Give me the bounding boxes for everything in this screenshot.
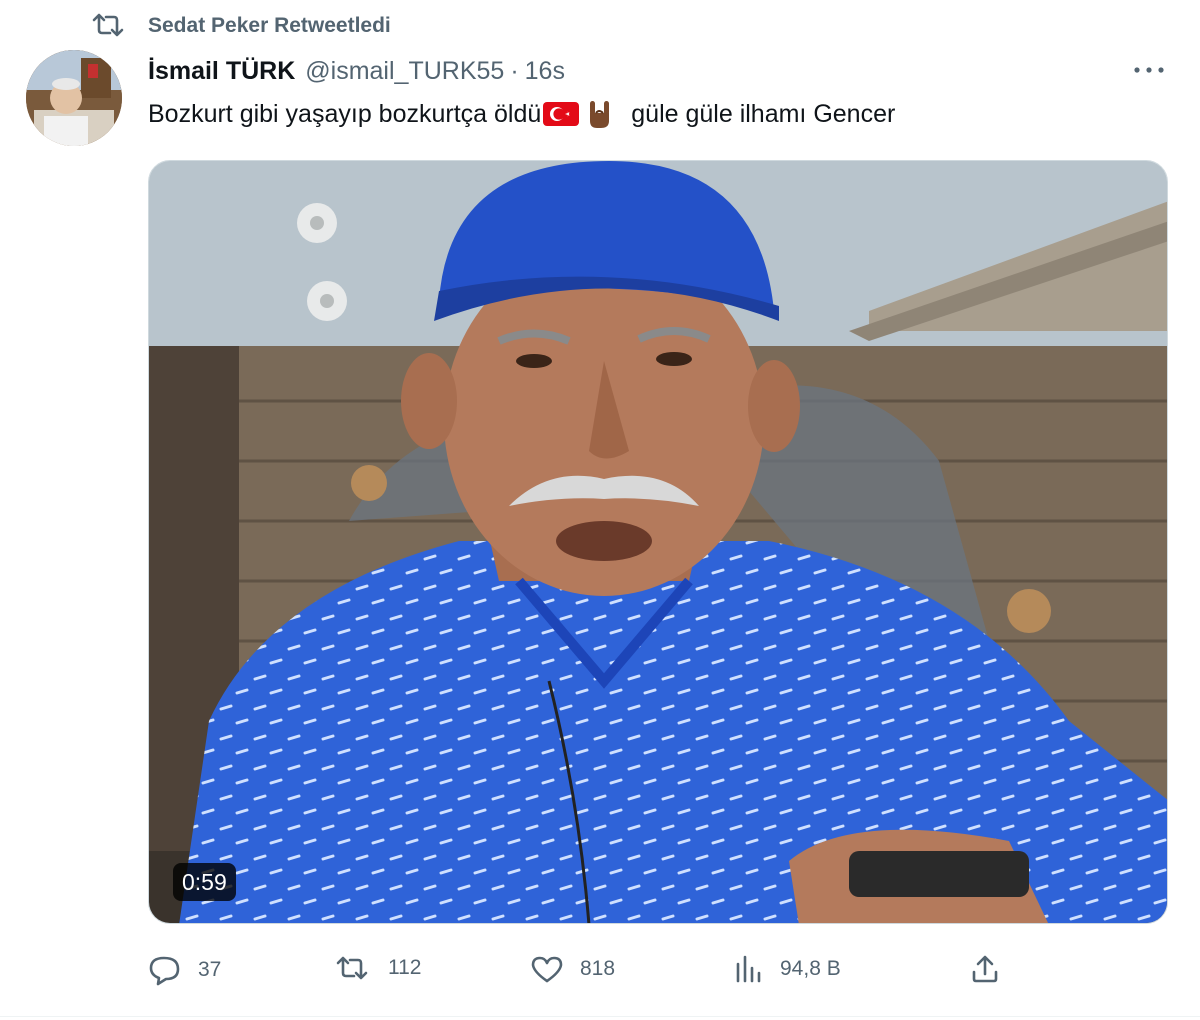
- tweet-header: İsmail TÜRK @ismail_TURK55 · 16s: [148, 54, 565, 88]
- author-display-name[interactable]: İsmail TÜRK: [148, 57, 295, 86]
- tweet-text: Bozkurt gibi yaşayıp bozkurtça öldü güle…: [148, 96, 895, 132]
- reply-button[interactable]: 37: [148, 954, 221, 986]
- retweet-icon: [88, 12, 128, 38]
- heart-icon: [530, 954, 564, 984]
- video-thumbnail: [149, 161, 1167, 923]
- tweet-text-part2: güle güle ilhamı Gencer: [631, 99, 896, 128]
- tweet-text-part1: Bozkurt gibi yaşayıp bozkurtça öldü: [148, 99, 542, 128]
- retweet-count: 112: [388, 956, 422, 979]
- like-button[interactable]: 818: [530, 954, 615, 984]
- avatar[interactable]: [26, 50, 122, 146]
- turkey-flag-icon: [543, 102, 580, 126]
- like-count: 818: [580, 957, 616, 980]
- divider: [0, 1016, 1200, 1017]
- reply-icon: [148, 954, 182, 986]
- author-handle[interactable]: @ismail_TURK55: [305, 57, 504, 86]
- wolf-salute-hand-icon: [587, 99, 613, 129]
- more-options-button[interactable]: [1128, 58, 1170, 84]
- more-icon: [1131, 62, 1167, 80]
- retweet-icon: [332, 954, 372, 982]
- reply-count: 37: [198, 958, 222, 981]
- video-duration-badge: 0:59: [173, 863, 236, 901]
- video-player[interactable]: 0:59: [148, 160, 1168, 924]
- tweet-action-bar: 37 112 818 94,8 B: [148, 946, 1168, 998]
- views-button[interactable]: 94,8 B: [734, 954, 841, 984]
- share-button[interactable]: [970, 954, 1000, 984]
- share-icon: [970, 954, 1000, 984]
- views-icon: [734, 954, 764, 984]
- separator-dot: ·: [510, 56, 519, 85]
- tweet-timestamp[interactable]: 16s: [525, 57, 565, 86]
- views-count: 94,8 B: [780, 957, 841, 980]
- retweet-button[interactable]: 112: [332, 954, 421, 982]
- retweet-label[interactable]: Sedat Peker Retweetledi: [148, 14, 391, 38]
